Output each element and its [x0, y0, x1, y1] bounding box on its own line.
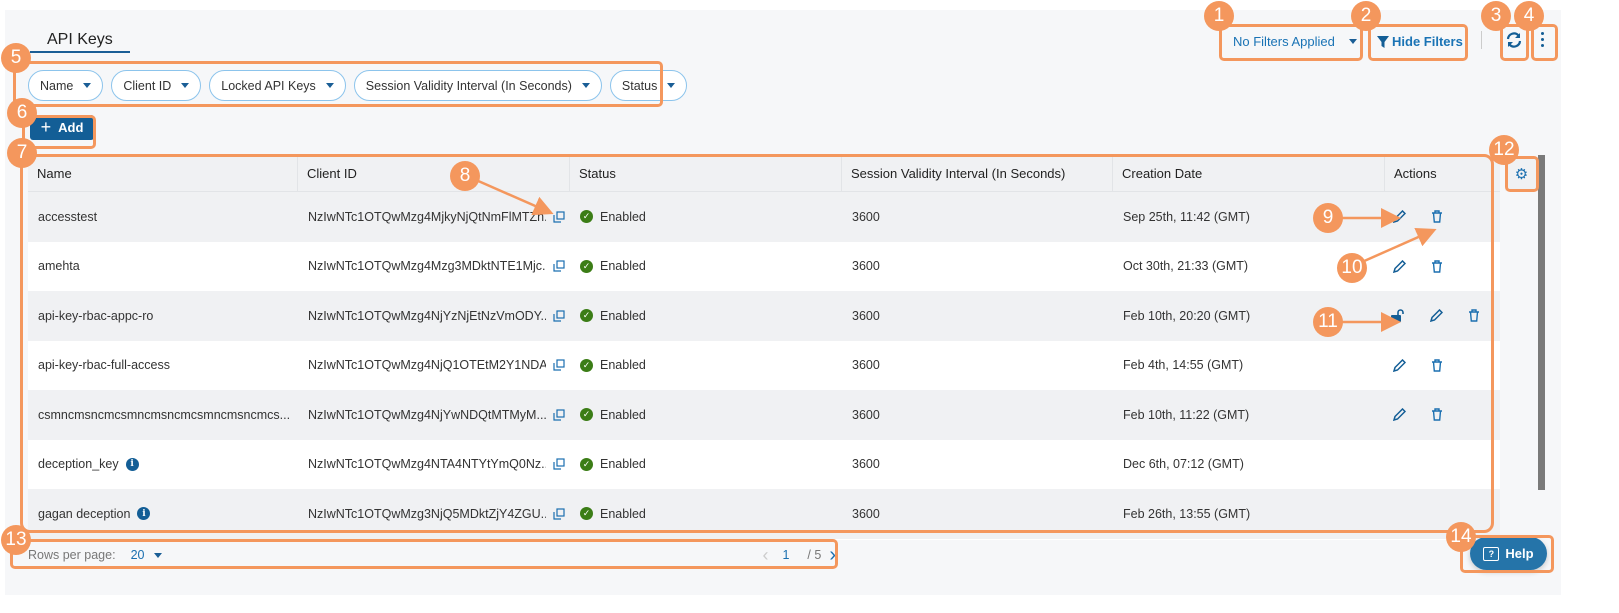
annotation-9: 9 — [1313, 203, 1343, 233]
annotation-box-13 — [10, 539, 838, 569]
annotation-6: 6 — [7, 98, 37, 128]
annotation-7: 7 — [7, 138, 37, 168]
annotation-11: 11 — [1313, 307, 1343, 337]
annotation-box-2 — [1368, 24, 1468, 61]
annotation-10: 10 — [1337, 253, 1367, 283]
annotation-2: 2 — [1351, 1, 1381, 31]
annotation-12: 12 — [1489, 135, 1519, 165]
annotation-box-1 — [1219, 24, 1363, 61]
annotation-13: 13 — [1, 525, 31, 555]
annotation-3: 3 — [1481, 1, 1511, 31]
annotation-4: 4 — [1514, 1, 1544, 31]
annotation-box-5 — [13, 61, 663, 107]
annotation-14: 14 — [1446, 522, 1476, 552]
annotation-1: 1 — [1204, 1, 1234, 31]
annotation-box-7 — [20, 154, 1494, 533]
annotation-8: 8 — [450, 161, 480, 191]
annotation-5: 5 — [1, 43, 31, 73]
